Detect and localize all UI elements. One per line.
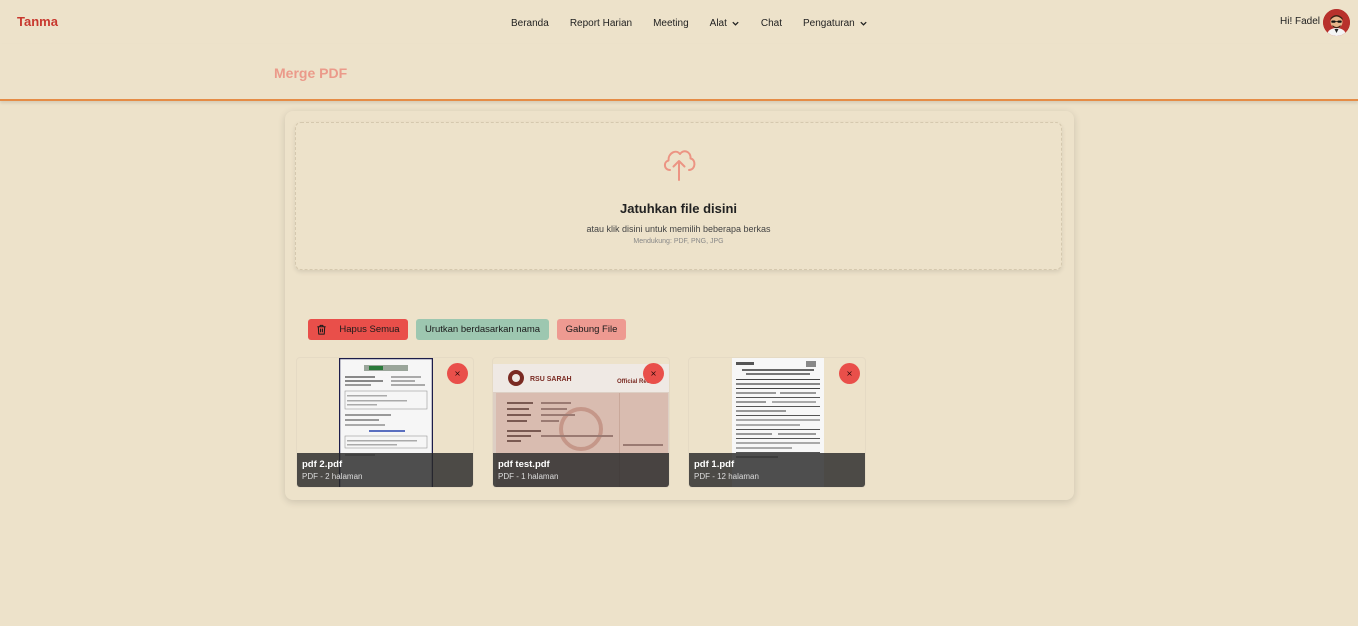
file-name: pdf 2.pdf [302,459,343,470]
clear-all-button[interactable]: Hapus Semua [308,319,408,340]
file-name: pdf test.pdf [498,459,550,470]
sort-by-name-button[interactable]: Urutkan berdasarkan nama [416,319,549,340]
nav-item-label: Beranda [511,17,549,29]
file-meta: PDF - 12 halaman [694,472,759,481]
page-title: Merge PDF [274,65,348,81]
user-greeting: Hi! Fadel [1280,16,1321,27]
nav-item-label: Alat [709,17,727,29]
nav-item-label: Chat [760,17,783,29]
file-card[interactable]: pdf 2.pdf PDF - 2 halaman × [296,357,474,488]
file-card[interactable]: pdf 1.pdf PDF - 12 halaman × [688,357,866,488]
remove-file-button[interactable]: × [643,363,664,384]
brand-logo[interactable]: Tanma [17,14,58,29]
file-info: pdf test.pdf PDF - 1 halaman [493,453,669,487]
file-dropzone[interactable]: Jatuhkan file disini atau klik disini un… [295,122,1062,270]
merge-card: Jatuhkan file disini atau klik disini un… [285,111,1074,500]
chevron-down-icon [732,21,739,26]
dropzone-formats: Mendukung: PDF, PNG, JPG [633,238,724,245]
file-info: pdf 1.pdf PDF - 12 halaman [689,453,865,487]
remove-file-button[interactable]: × [839,363,860,384]
user-avatar-icon [1323,9,1350,36]
merge-files-button[interactable]: Gabung File [557,319,626,340]
clear-all-label: Hapus Semua [339,324,400,335]
page-header: Merge PDF [0,44,1358,101]
file-card[interactable]: RSU SARAH Official Rec pdf test.pdf PDF … [492,357,670,488]
nav-item-label: Pengaturan [803,17,855,29]
merge-label: Gabung File [565,324,618,335]
nav-item-report-harian[interactable]: Report Harian [570,18,632,29]
navbar: Tanma Beranda Report Harian Meeting Alat… [0,0,1358,44]
trash-icon [317,324,327,335]
file-meta: PDF - 2 halaman [302,472,363,481]
nav-item-label: Meeting [653,17,689,29]
remove-file-button[interactable]: × [447,363,468,384]
nav-menu: Beranda Report Harian Meeting Alat Chat … [511,16,889,30]
nav-item-meeting[interactable]: Meeting [653,18,689,29]
chevron-down-icon [860,21,867,26]
file-name: pdf 1.pdf [694,459,735,470]
file-meta: PDF - 1 halaman [498,472,559,481]
file-info: pdf 2.pdf PDF - 2 halaman [297,453,473,487]
avatar[interactable] [1323,9,1350,36]
nav-item-alat[interactable]: Alat [710,18,740,29]
dropzone-title: Jatuhkan file disini [619,201,738,216]
nav-item-chat[interactable]: Chat [761,18,782,29]
dropzone-subtitle: atau klik disini untuk memilih beberapa … [586,224,771,234]
sort-label: Urutkan berdasarkan nama [424,324,541,335]
thumbnail-header-text: RSU SARAH [530,376,572,383]
nav-item-beranda[interactable]: Beranda [511,18,549,29]
nav-item-label: Report Harian [569,17,633,29]
nav-item-pengaturan[interactable]: Pengaturan [803,18,868,29]
cloud-upload-icon [663,150,696,181]
